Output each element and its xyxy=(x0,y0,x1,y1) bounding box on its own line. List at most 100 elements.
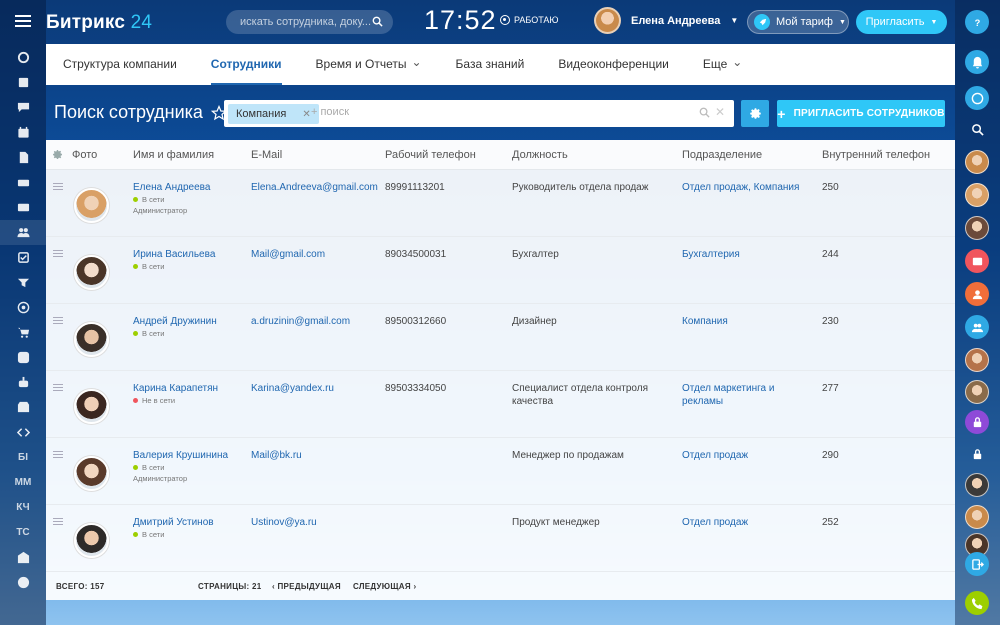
tariff-button[interactable]: Мой тариф ▼ xyxy=(747,10,849,34)
next-page-button[interactable]: СЛЕДУЮЩАЯ › xyxy=(353,582,416,591)
tab-4[interactable]: Видеоконференции xyxy=(558,44,669,85)
nav-item-19[interactable]: ТС xyxy=(0,520,46,545)
notifications-icon[interactable] xyxy=(965,50,989,74)
drag-handle-icon[interactable] xyxy=(53,250,63,259)
filter-chip-company[interactable]: Компания ✕ xyxy=(228,104,319,124)
company-icon[interactable] xyxy=(0,545,46,570)
nav-item-17[interactable]: ММ xyxy=(0,470,46,495)
tasks-icon[interactable] xyxy=(0,245,46,270)
crm-filter-icon[interactable] xyxy=(0,270,46,295)
employee-name-link[interactable]: Валерия Крушинина xyxy=(133,450,228,461)
email-link[interactable]: a.druzinin@gmail.com xyxy=(251,316,350,327)
email-link[interactable]: Ustinov@ya.ru xyxy=(251,517,317,528)
drag-handle-icon[interactable] xyxy=(53,518,63,527)
department-link[interactable]: Отдел продаж, Компания xyxy=(682,182,802,195)
messenger-icon[interactable] xyxy=(965,86,989,110)
invite-employees-button[interactable]: + ПРИГЛАСИТЬ СОТРУДНИКОВ xyxy=(777,100,945,127)
clear-icon[interactable]: ✕ xyxy=(715,105,725,119)
table-row[interactable]: Дмитрий Устинов В сети Ustinov@ya.ru Продук… xyxy=(46,505,955,572)
tab-3[interactable]: База знаний xyxy=(456,44,525,85)
search-input[interactable]: искать сотрудника, доку... xyxy=(226,10,393,34)
avatar[interactable] xyxy=(965,380,989,404)
avatar[interactable] xyxy=(74,523,109,558)
column-header-photo[interactable]: Фото xyxy=(72,140,97,170)
avatar[interactable] xyxy=(965,473,989,497)
search-icon[interactable] xyxy=(699,107,710,118)
avatar[interactable] xyxy=(74,389,109,424)
email-link[interactable]: Elena.Andreeva@gmail.com xyxy=(251,182,378,193)
gear-icon[interactable] xyxy=(52,149,63,160)
help-icon[interactable]: ? xyxy=(965,10,989,34)
robot-icon[interactable] xyxy=(0,370,46,395)
lock-icon[interactable] xyxy=(965,442,989,466)
avatar[interactable] xyxy=(74,322,109,357)
document-icon[interactable] xyxy=(0,145,46,170)
email-link[interactable]: Karina@yandex.ru xyxy=(251,383,334,394)
exit-icon[interactable] xyxy=(965,552,989,576)
tab-5[interactable]: Еще ⌄ xyxy=(703,44,742,85)
work-status-button[interactable]: РАБОТАЮ xyxy=(500,15,559,25)
column-header-ext-phone[interactable]: Внутренний телефон xyxy=(822,140,930,170)
stream-icon[interactable] xyxy=(0,45,46,70)
tab-0[interactable]: Структура компании xyxy=(63,44,177,85)
column-header-phone[interactable]: Рабочий телефон xyxy=(385,140,476,170)
search-icon[interactable] xyxy=(965,117,989,141)
avatar[interactable] xyxy=(74,188,109,223)
filter-search-input[interactable]: + поиск xyxy=(311,106,349,118)
drag-handle-icon[interactable] xyxy=(53,451,63,460)
avatar[interactable] xyxy=(74,255,109,290)
cart-icon[interactable] xyxy=(0,320,46,345)
department-link[interactable]: Компания xyxy=(682,316,802,329)
email-link[interactable]: Mail@gmail.com xyxy=(251,249,325,260)
column-header-name[interactable]: Имя и фамилия xyxy=(133,140,214,170)
logo[interactable]: Битрикс 24 xyxy=(46,12,152,34)
nav-item-18[interactable]: КЧ xyxy=(0,495,46,520)
mail-icon[interactable] xyxy=(0,195,46,220)
employee-name-link[interactable]: Ирина Васильева xyxy=(133,249,215,260)
store-icon[interactable] xyxy=(0,395,46,420)
table-row[interactable]: Андрей Дружинин В сети a.druzinin@gmail.co… xyxy=(46,304,955,371)
employee-name-link[interactable]: Андрей Дружинин xyxy=(133,316,217,327)
employee-name-link[interactable]: Елена Андреева xyxy=(133,182,210,193)
lock-icon[interactable] xyxy=(965,410,989,434)
department-link[interactable]: Бухгалтерия xyxy=(682,249,802,262)
calendar-icon[interactable] xyxy=(0,120,46,145)
target-icon[interactable] xyxy=(0,295,46,320)
employee-name-link[interactable]: Карина Карапетян xyxy=(133,383,218,394)
menu-icon[interactable] xyxy=(15,15,31,27)
avatar[interactable] xyxy=(74,456,109,491)
news-icon[interactable] xyxy=(0,70,46,95)
drag-handle-icon[interactable] xyxy=(53,183,63,192)
avatar[interactable] xyxy=(965,216,989,240)
email-link[interactable]: Mail@bk.ru xyxy=(251,450,302,461)
column-header-position[interactable]: Должность xyxy=(512,140,568,170)
employees-icon[interactable] xyxy=(0,220,46,245)
code-icon[interactable] xyxy=(0,420,46,445)
avatar[interactable] xyxy=(965,150,989,174)
nav-item-16[interactable]: БI xyxy=(0,445,46,470)
drag-handle-icon[interactable] xyxy=(53,317,63,326)
prev-page-button[interactable]: ‹ ПРЕДЫДУЩАЯ xyxy=(272,582,341,591)
drive-icon[interactable] xyxy=(0,170,46,195)
department-link[interactable]: Отдел маркетинга и рекламы xyxy=(682,383,802,408)
employee-name-link[interactable]: Дмитрий Устинов xyxy=(133,517,214,528)
column-header-email[interactable]: E-Mail xyxy=(251,140,282,170)
table-row[interactable]: Елена Андреева В сети Администратор Elena.A… xyxy=(46,170,955,237)
department-link[interactable]: Отдел продаж xyxy=(682,517,802,530)
invite-button[interactable]: Пригласить ▼ xyxy=(856,10,947,34)
contact-center-icon[interactable] xyxy=(0,345,46,370)
phone-icon[interactable] xyxy=(965,591,989,615)
chat-icon[interactable] xyxy=(0,95,46,120)
group-icon[interactable] xyxy=(965,282,989,306)
table-row[interactable]: Ирина Васильева В сети Mail@gmail.com 89034… xyxy=(46,237,955,304)
column-header-department[interactable]: Подразделение xyxy=(682,140,762,170)
close-icon[interactable]: ✕ xyxy=(302,109,310,120)
settings-button[interactable] xyxy=(741,100,769,127)
avatar[interactable] xyxy=(965,505,989,529)
avatar[interactable] xyxy=(965,183,989,207)
more-icon[interactable] xyxy=(0,570,46,595)
tab-1[interactable]: Сотрудники xyxy=(210,44,282,85)
avatar[interactable] xyxy=(965,348,989,372)
tab-2[interactable]: Время и Отчеты ⌄ xyxy=(316,44,422,85)
department-link[interactable]: Отдел продаж xyxy=(682,450,802,463)
